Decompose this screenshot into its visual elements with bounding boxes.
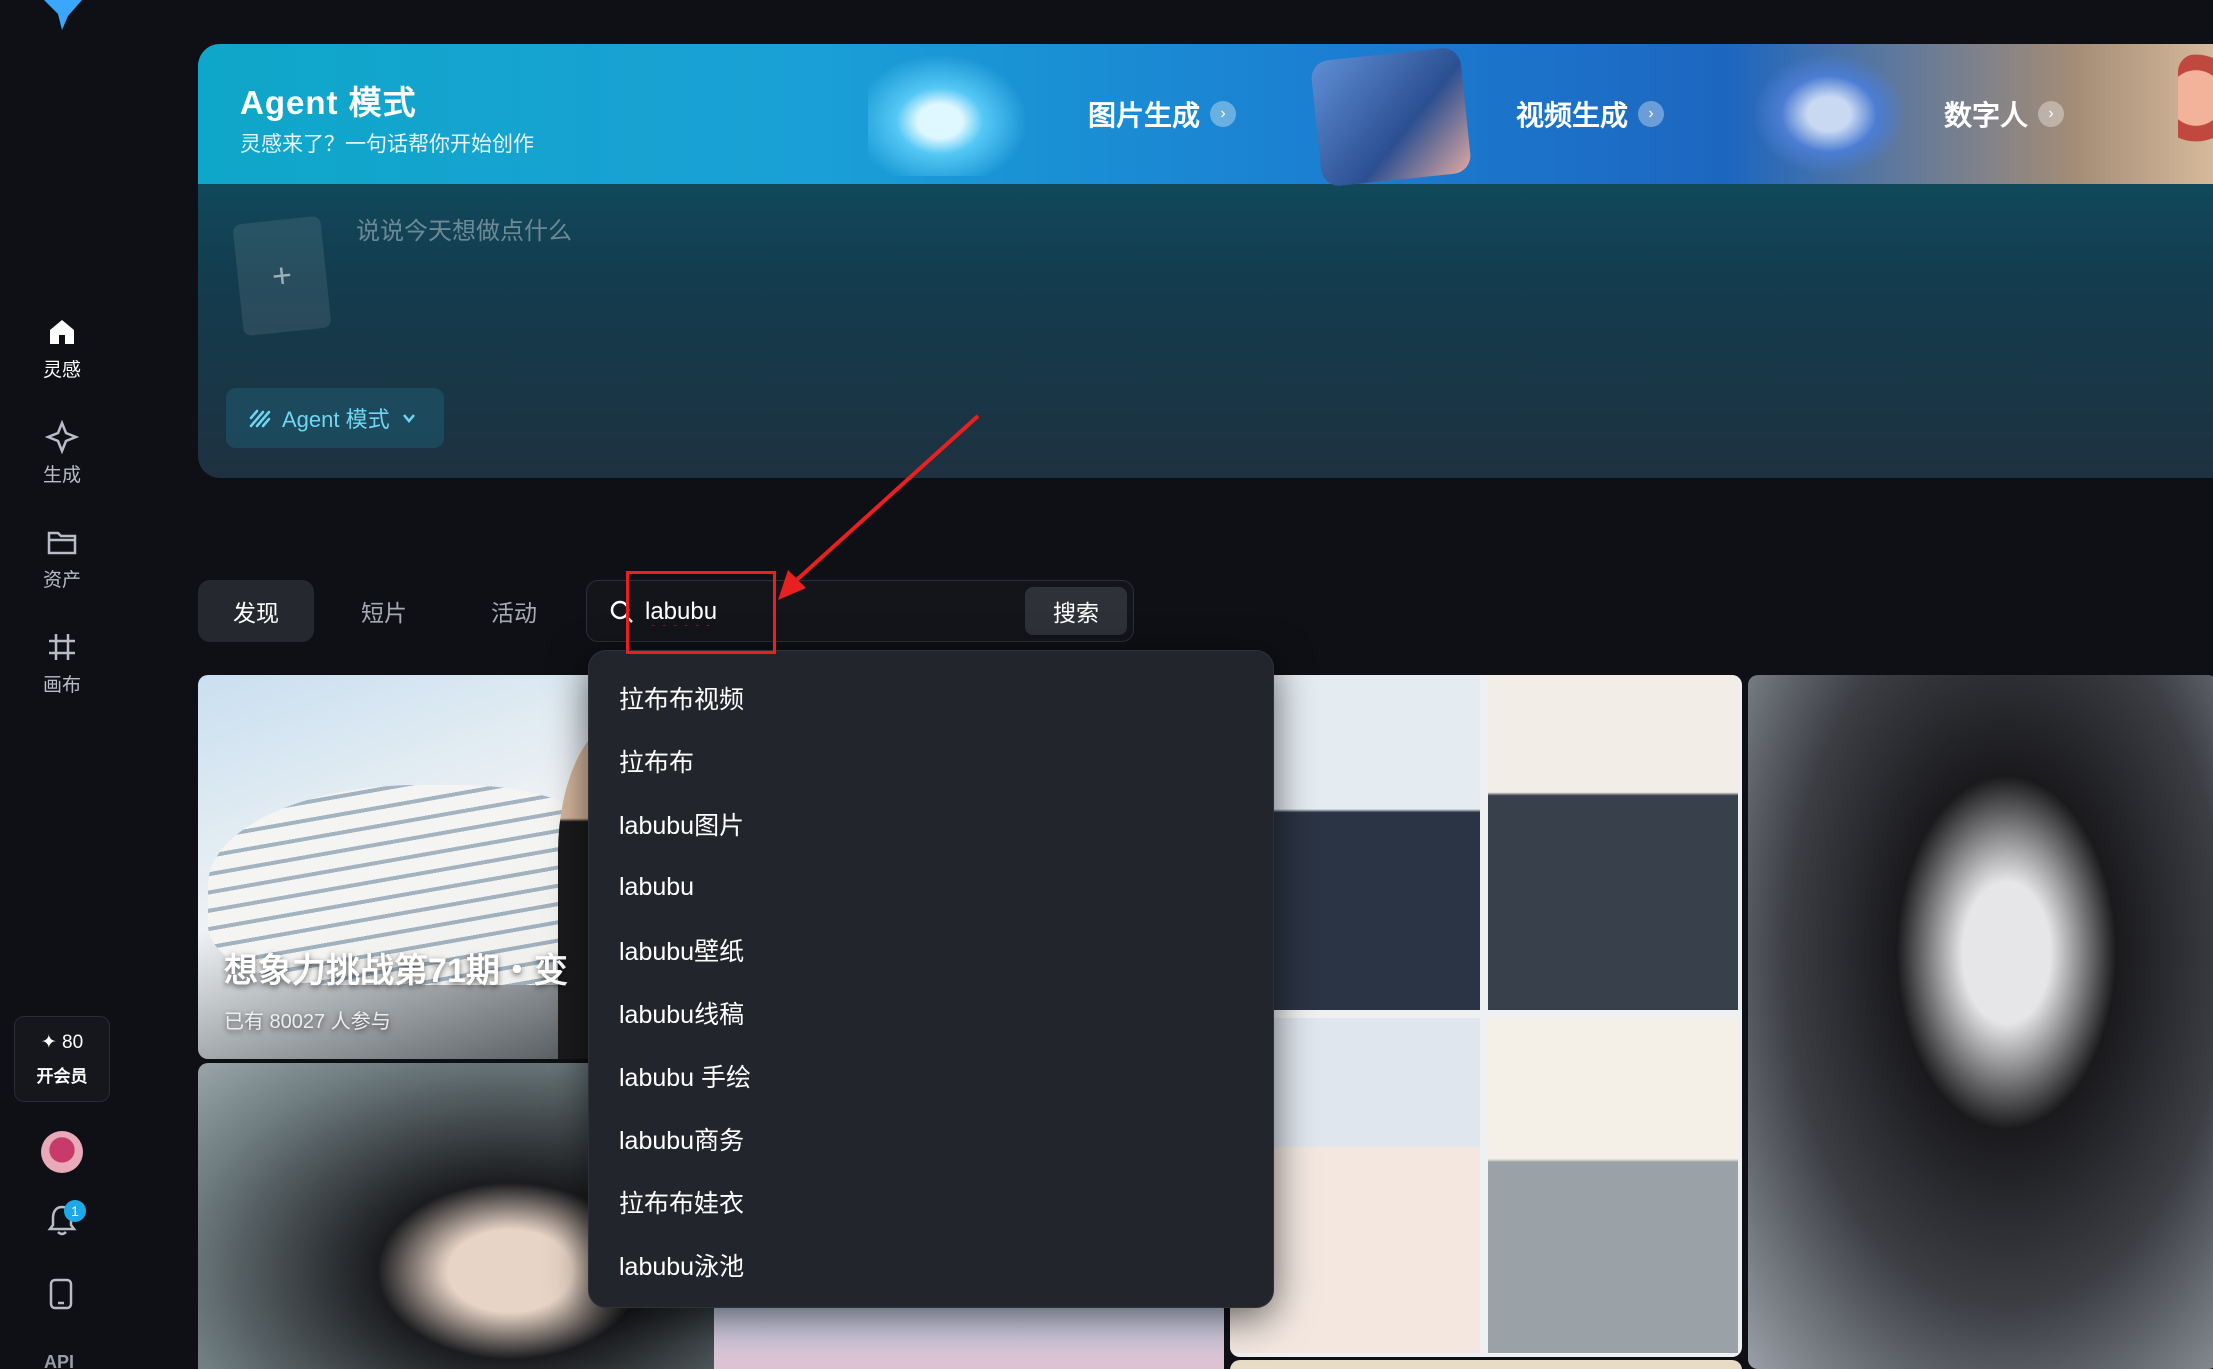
sidebar-item-assets[interactable]: 资产 xyxy=(22,516,102,600)
upload-reference-button[interactable]: + xyxy=(232,215,332,337)
folder-icon xyxy=(47,531,77,554)
sidebar-item-label: 灵感 xyxy=(42,359,81,381)
gallery-image-professionals[interactable] xyxy=(1230,675,1742,1357)
suggestion-item[interactable]: labubu线稿 xyxy=(619,993,744,1033)
image-generation-illustration xyxy=(868,54,1028,176)
sidebar-item-label: 画布 xyxy=(42,674,81,696)
mode-selector[interactable]: Agent 模式 xyxy=(226,388,444,448)
avatar[interactable] xyxy=(41,1131,83,1173)
annotation-highlight-box xyxy=(626,571,776,654)
video-generation-link[interactable]: 视频生成 › xyxy=(1516,84,1665,144)
credits-count: ✦ 80 xyxy=(40,1032,84,1053)
membership-label: 开会员 xyxy=(36,1067,88,1086)
suggestion-item[interactable]: 拉布布 xyxy=(619,741,694,781)
digital-human-illustration xyxy=(1754,54,1904,174)
home-icon xyxy=(50,319,74,344)
feature-label: 视频生成 xyxy=(1516,100,1629,131)
mobile-icon[interactable] xyxy=(48,1278,74,1310)
chevron-down-icon xyxy=(402,414,415,423)
challenge-participants: 已有 80027 人参与 xyxy=(224,1011,391,1033)
mode-label: Agent 模式 xyxy=(282,407,390,432)
agent-banner: Agent 模式 灵感来了？一句话帮你开始创作 图片生成 › 视频生成 › 数字… xyxy=(198,44,2213,188)
chevron-right-icon: › xyxy=(2038,101,2065,127)
canvas-icon xyxy=(49,633,75,660)
suggestion-item[interactable]: labubu泳池 xyxy=(619,1245,744,1285)
annotation-arrow-icon xyxy=(778,414,980,600)
sidebar-item-canvas[interactable]: 画布 xyxy=(22,621,102,705)
suggestion-item[interactable]: labubu商务 xyxy=(619,1119,744,1159)
chevron-right-icon: › xyxy=(1638,101,1665,127)
suggestion-item[interactable]: 拉布布娃衣 xyxy=(619,1182,744,1222)
tab-discover[interactable]: 发现 xyxy=(198,580,314,642)
sidebar: 灵感 生成 资产 画布 ✦ 80 开会员 1 API xyxy=(0,0,124,1369)
api-link[interactable]: API xyxy=(44,1352,74,1369)
agent-mode-icon xyxy=(249,409,271,428)
illustration-panel xyxy=(1488,675,1738,1010)
prompt-area: + Agent 模式 xyxy=(198,184,2213,478)
gallery-image-pastel[interactable] xyxy=(714,1300,1224,1369)
tab-shorts[interactable]: 短片 xyxy=(326,580,442,642)
banner-subtitle: 灵感来了？一句话帮你开始创作 xyxy=(240,133,534,156)
tab-events[interactable]: 活动 xyxy=(456,580,572,642)
feature-label: 数字人 xyxy=(1944,100,2029,131)
gallery-image-dark-character[interactable] xyxy=(1748,675,2213,1369)
sidebar-item-inspiration[interactable]: 灵感 xyxy=(22,306,102,390)
feature-label: 图片生成 xyxy=(1088,100,1201,131)
digital-human-link[interactable]: 数字人 › xyxy=(1944,84,2065,144)
sparkle-icon xyxy=(45,419,79,454)
character-illustration xyxy=(2178,54,2213,164)
suggestion-item[interactable]: labubu壁纸 xyxy=(619,930,744,970)
suggestion-item[interactable]: 拉布布视频 xyxy=(619,678,744,718)
app-logo-icon[interactable] xyxy=(38,0,86,30)
image-generation-link[interactable]: 图片生成 › xyxy=(1088,84,1237,144)
notification-badge: 1 xyxy=(64,1200,86,1222)
challenge-title: 想象力挑战第71期・变 xyxy=(224,952,568,990)
membership-button[interactable]: ✦ 80 开会员 xyxy=(14,1016,110,1102)
sidebar-item-label: 生成 xyxy=(42,464,81,486)
video-generation-illustration xyxy=(1309,46,1473,188)
prompt-input[interactable] xyxy=(356,212,1856,252)
sidebar-item-generate[interactable]: 生成 xyxy=(22,411,102,495)
illustration-panel xyxy=(1488,1018,1738,1353)
chevron-right-icon: › xyxy=(1210,101,1237,127)
suggestion-item[interactable]: labubu xyxy=(619,867,694,907)
gallery-image-partial[interactable] xyxy=(1230,1360,1742,1369)
search-button[interactable]: 搜索 xyxy=(1025,587,1127,635)
suggestion-item[interactable]: labubu 手绘 xyxy=(619,1056,751,1096)
banner-title: Agent 模式 xyxy=(240,84,417,121)
sidebar-item-label: 资产 xyxy=(42,569,81,591)
search-suggestions-dropdown: 拉布布视频 拉布布 labubu图片 labubu labubu壁纸 labub… xyxy=(588,650,1274,1308)
suggestion-item[interactable]: labubu图片 xyxy=(619,804,744,844)
agent-panel: Agent 模式 灵感来了？一句话帮你开始创作 图片生成 › 视频生成 › 数字… xyxy=(198,44,2213,478)
